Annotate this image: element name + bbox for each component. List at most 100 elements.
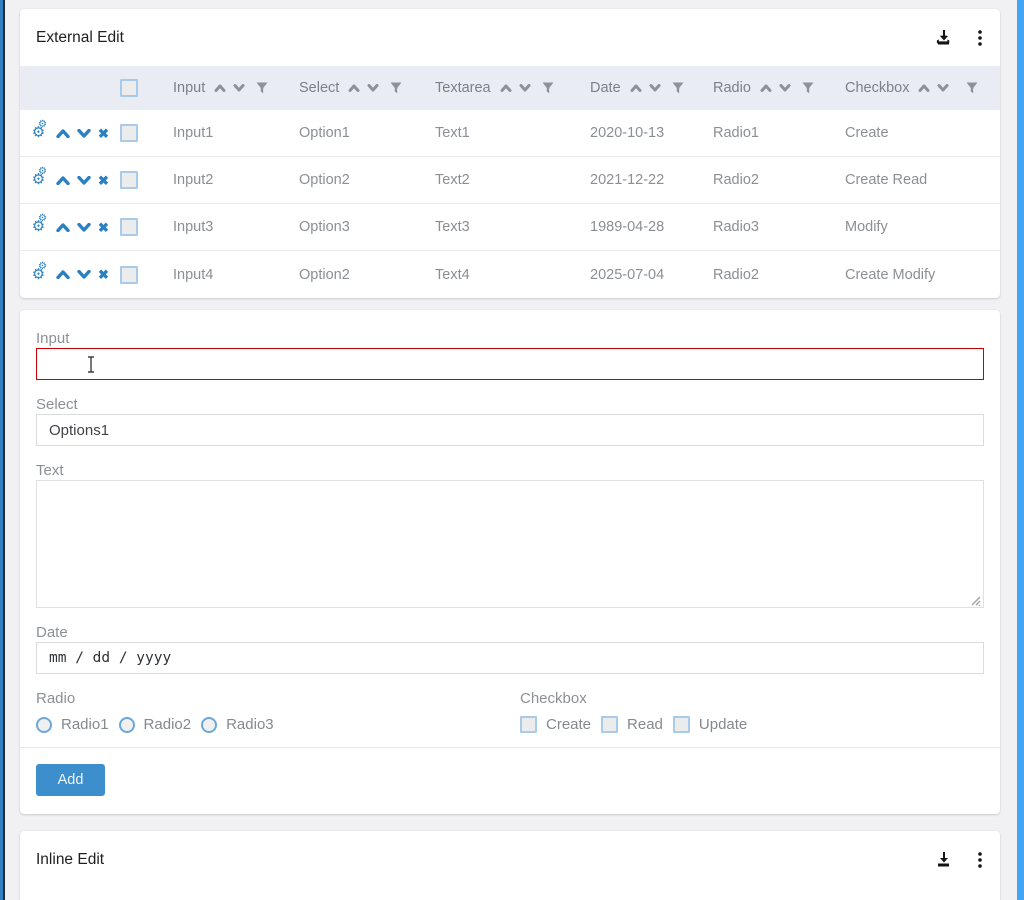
- cell-textarea: Text1: [427, 125, 582, 141]
- checkbox-option-label: Create: [546, 716, 591, 733]
- row-checkbox[interactable]: [120, 266, 138, 284]
- move-down-icon[interactable]: [77, 270, 91, 279]
- date-field-group: Date mm / dd / yyyy: [36, 624, 984, 674]
- column-header-date: Date: [582, 80, 705, 96]
- move-down-icon[interactable]: [77, 176, 91, 185]
- row-checkbox[interactable]: [120, 218, 138, 236]
- sort-asc-icon[interactable]: [630, 84, 642, 92]
- download-icon[interactable]: [935, 29, 952, 46]
- external-edit-header: External Edit: [20, 9, 1000, 66]
- edit-settings-icon[interactable]: ⚙⚙: [28, 218, 49, 236]
- radio-option[interactable]: Radio3: [201, 716, 274, 733]
- card-header-actions: [935, 29, 982, 46]
- checkbox[interactable]: [601, 716, 618, 733]
- radio-button[interactable]: [36, 717, 52, 733]
- table-row: ⚙⚙ ✖ Input2 Option2 Text2 2021-12-22 Rad…: [20, 157, 1000, 204]
- filter-icon[interactable]: [966, 82, 978, 94]
- kebab-menu-icon[interactable]: [978, 852, 982, 868]
- edit-settings-icon[interactable]: ⚙⚙: [28, 266, 49, 284]
- cell-input: Input2: [165, 172, 291, 188]
- window-left-edge: [3, 0, 5, 900]
- move-down-icon[interactable]: [77, 129, 91, 138]
- column-header-checkbox: Checkbox: [837, 80, 1000, 96]
- small-cog-icon: ⚙: [38, 262, 47, 272]
- delete-icon[interactable]: ✖: [98, 127, 109, 140]
- filter-icon[interactable]: [802, 82, 814, 94]
- row-actions: ⚙⚙ ✖: [20, 124, 112, 142]
- filter-icon[interactable]: [390, 82, 402, 94]
- delete-icon[interactable]: ✖: [98, 174, 109, 187]
- move-down-icon[interactable]: [77, 223, 91, 232]
- checkbox[interactable]: [673, 716, 690, 733]
- select-value: Options1: [49, 422, 109, 439]
- cell-input: Input1: [165, 125, 291, 141]
- input-field[interactable]: [36, 348, 984, 380]
- filter-icon[interactable]: [256, 82, 268, 94]
- row-checkbox[interactable]: [120, 124, 138, 142]
- kebab-menu-icon[interactable]: [978, 30, 982, 46]
- cell-radio: Radio1: [705, 125, 837, 141]
- text-cursor-icon: [86, 356, 96, 378]
- sort-desc-icon[interactable]: [937, 84, 949, 92]
- sort-asc-icon[interactable]: [918, 84, 930, 92]
- checkbox-option-label: Update: [699, 716, 747, 733]
- checkbox-option[interactable]: Create: [520, 716, 591, 733]
- small-cog-icon: ⚙: [38, 214, 47, 224]
- radio-button[interactable]: [119, 717, 135, 733]
- small-cog-icon: ⚙: [38, 167, 47, 177]
- text-label: Text: [36, 462, 984, 480]
- cell-radio: Radio3: [705, 219, 837, 235]
- move-up-icon[interactable]: [56, 176, 70, 185]
- sort-asc-icon[interactable]: [500, 84, 512, 92]
- add-button[interactable]: Add: [36, 764, 105, 796]
- cell-checkbox: Create Read: [837, 172, 1000, 188]
- sort-desc-icon[interactable]: [233, 84, 245, 92]
- radio-option-label: Radio1: [61, 716, 109, 733]
- select-field[interactable]: Options1: [36, 414, 984, 446]
- textarea-field[interactable]: [36, 480, 984, 608]
- radio-button[interactable]: [201, 717, 217, 733]
- table-row: ⚙⚙ ✖ Input3 Option3 Text3 1989-04-28 Rad…: [20, 204, 1000, 251]
- move-up-icon[interactable]: [56, 223, 70, 232]
- sort-desc-icon[interactable]: [519, 84, 531, 92]
- delete-icon[interactable]: ✖: [98, 221, 109, 234]
- checkbox[interactable]: [520, 716, 537, 733]
- date-field[interactable]: mm / dd / yyyy: [36, 642, 984, 674]
- external-edit-card: External Edit Input Sel: [20, 9, 1000, 298]
- cell-radio: Radio2: [705, 267, 837, 283]
- edit-settings-icon[interactable]: ⚙⚙: [28, 171, 49, 189]
- sort-asc-icon[interactable]: [214, 84, 226, 92]
- select-field-group: Select Options1: [36, 396, 984, 446]
- select-all-checkbox[interactable]: [120, 79, 138, 97]
- cell-input: Input4: [165, 267, 291, 283]
- page-scrollbar[interactable]: [1017, 0, 1024, 900]
- filter-icon[interactable]: [672, 82, 684, 94]
- resize-grip-icon[interactable]: [969, 593, 981, 605]
- sort-desc-icon[interactable]: [367, 84, 379, 92]
- row-actions: ⚙⚙ ✖: [20, 171, 112, 189]
- delete-icon[interactable]: ✖: [98, 268, 109, 281]
- sort-asc-icon[interactable]: [348, 84, 360, 92]
- radio-option-label: Radio3: [226, 716, 274, 733]
- download-icon[interactable]: [935, 851, 952, 868]
- filter-icon[interactable]: [542, 82, 554, 94]
- radio-option[interactable]: Radio1: [36, 716, 109, 733]
- row-checkbox[interactable]: [120, 171, 138, 189]
- card-header-actions: [935, 851, 982, 868]
- radio-option[interactable]: Radio2: [119, 716, 192, 733]
- sort-desc-icon[interactable]: [779, 84, 791, 92]
- checkbox-option[interactable]: Read: [601, 716, 663, 733]
- checkbox-option[interactable]: Update: [673, 716, 747, 733]
- cell-date: 2020-10-13: [582, 125, 705, 141]
- cell-textarea: Text4: [427, 267, 582, 283]
- cell-input: Input3: [165, 219, 291, 235]
- move-up-icon[interactable]: [56, 129, 70, 138]
- radio-group: Radio Radio1 Radio2 Radio3: [36, 690, 520, 733]
- sort-desc-icon[interactable]: [649, 84, 661, 92]
- edit-settings-icon[interactable]: ⚙⚙: [28, 124, 49, 142]
- sort-asc-icon[interactable]: [760, 84, 772, 92]
- select-all-cell: [112, 79, 165, 97]
- form-footer-divider: [20, 747, 1000, 748]
- move-up-icon[interactable]: [56, 270, 70, 279]
- cell-select: Option1: [291, 125, 427, 141]
